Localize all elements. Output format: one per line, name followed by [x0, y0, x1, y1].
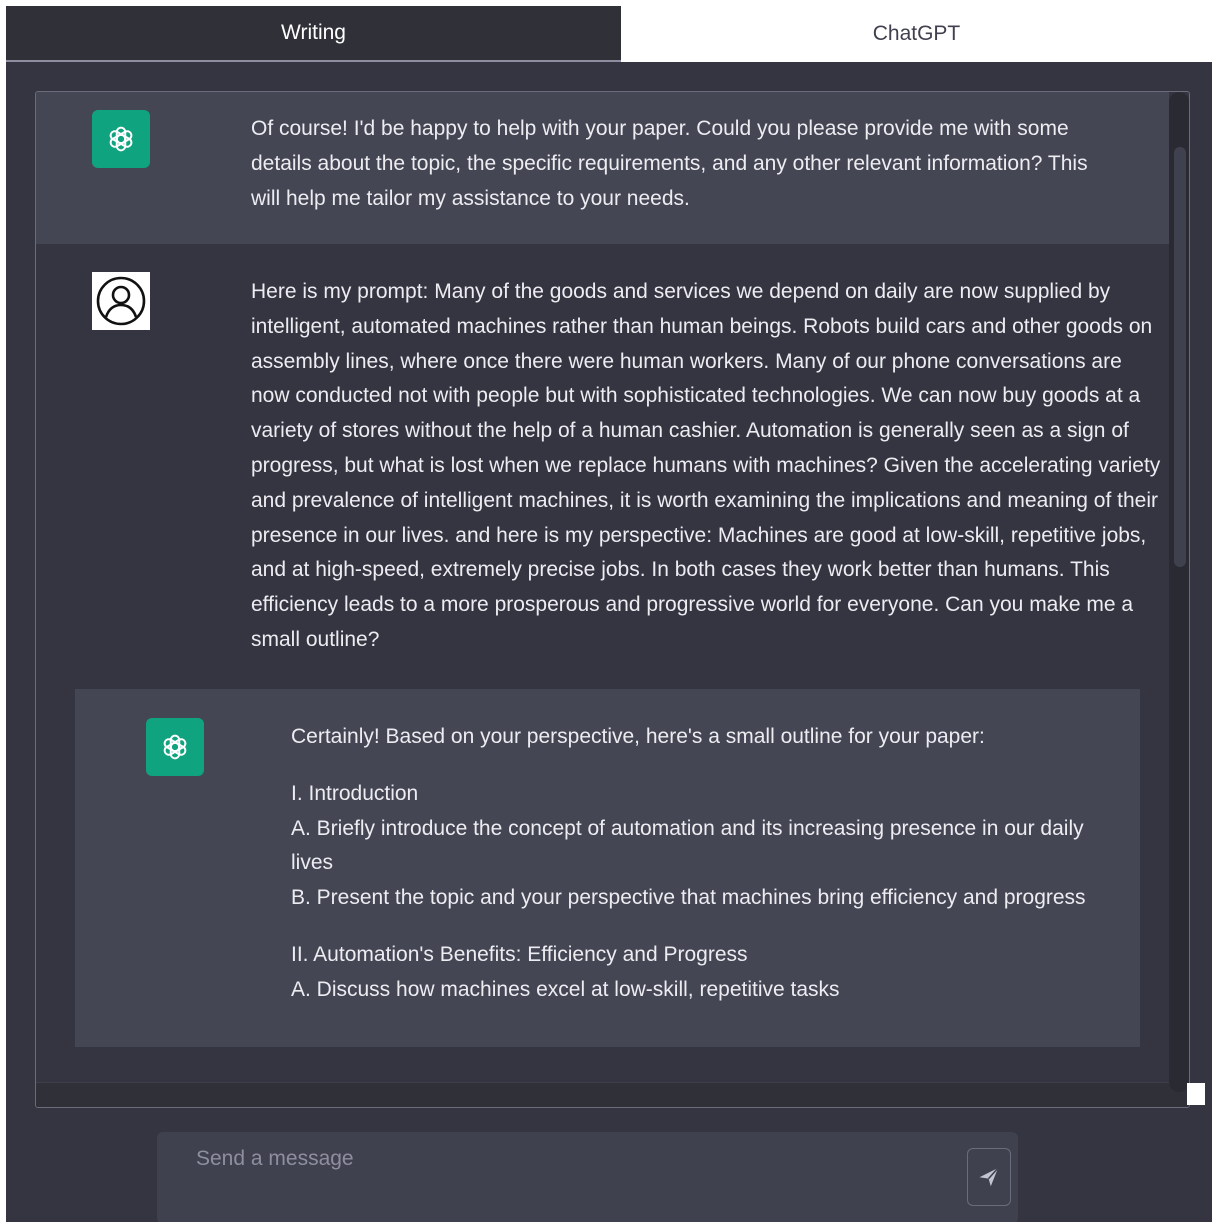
user-message: Here is my prompt: Many of the goods and…	[36, 244, 1169, 689]
message-input[interactable]	[157, 1132, 957, 1222]
assistant-message-text: Certainly! Based on your perspective, he…	[291, 720, 1091, 1008]
message-composer	[157, 1132, 1018, 1222]
openai-logo-icon	[109, 126, 133, 152]
openai-logo-icon	[163, 734, 187, 760]
resize-corner	[1187, 1083, 1205, 1105]
assistant-avatar	[92, 110, 150, 168]
send-button[interactable]	[967, 1148, 1011, 1206]
assistant-message: Certainly! Based on your perspective, he…	[75, 689, 1140, 1047]
outline-heading: I. Introduction	[291, 781, 419, 805]
assistant-avatar	[146, 718, 204, 776]
tab-writing[interactable]: Writing	[6, 6, 621, 62]
app-window: Writing ChatGPT Of course! I'd be happy	[6, 6, 1212, 1222]
chat-transcript[interactable]: Of course! I'd be happy to help with you…	[35, 91, 1190, 1108]
tab-bar: Writing ChatGPT	[6, 6, 1212, 62]
user-avatar	[92, 272, 150, 330]
tab-chatgpt[interactable]: ChatGPT	[621, 6, 1212, 62]
transcript-footer	[36, 1082, 1189, 1107]
outline-item: B. Present the topic and your perspectiv…	[291, 886, 1086, 910]
assistant-message: Of course! I'd be happy to help with you…	[36, 92, 1169, 244]
outline-section: II. Automation's Benefits: Efficiency an…	[291, 938, 1091, 1008]
outline-section: I. Introduction A. Briefly introduce the…	[291, 777, 1091, 916]
paper-plane-icon	[979, 1167, 999, 1187]
assistant-message-text: Of course! I'd be happy to help with you…	[251, 117, 1088, 210]
user-message-text: Here is my prompt: Many of the goods and…	[251, 280, 1161, 651]
scrollbar-thumb[interactable]	[1174, 147, 1186, 567]
outline-item: A. Briefly introduce the concept of auto…	[291, 816, 1084, 875]
outline-item: A. Discuss how machines excel at low-ski…	[291, 977, 840, 1001]
outline-intro: Certainly! Based on your perspective, he…	[291, 725, 985, 748]
outline-heading: II. Automation's Benefits: Efficiency an…	[291, 942, 748, 966]
user-avatar-icon	[96, 276, 146, 326]
